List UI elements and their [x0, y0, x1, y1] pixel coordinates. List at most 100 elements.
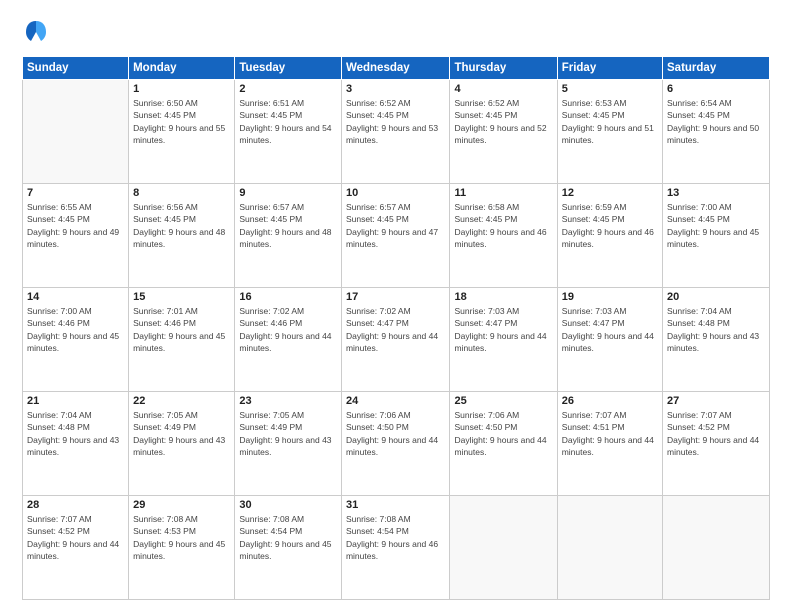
col-header-monday: Monday: [129, 57, 235, 80]
week-row-3: 21 Sunrise: 7:04 AMSunset: 4:48 PMDaylig…: [23, 392, 770, 496]
day-info: Sunrise: 7:08 AMSunset: 4:54 PMDaylight:…: [346, 514, 438, 561]
day-number: 9: [239, 187, 337, 199]
day-info: Sunrise: 6:56 AMSunset: 4:45 PMDaylight:…: [133, 202, 225, 249]
day-number: 10: [346, 187, 446, 199]
day-cell: 27 Sunrise: 7:07 AMSunset: 4:52 PMDaylig…: [663, 392, 770, 496]
day-info: Sunrise: 7:08 AMSunset: 4:54 PMDaylight:…: [239, 514, 331, 561]
day-info: Sunrise: 7:08 AMSunset: 4:53 PMDaylight:…: [133, 514, 225, 561]
day-cell: 22 Sunrise: 7:05 AMSunset: 4:49 PMDaylig…: [129, 392, 235, 496]
day-number: 5: [562, 83, 658, 95]
day-cell: 21 Sunrise: 7:04 AMSunset: 4:48 PMDaylig…: [23, 392, 129, 496]
day-info: Sunrise: 7:00 AMSunset: 4:46 PMDaylight:…: [27, 306, 119, 353]
day-info: Sunrise: 6:55 AMSunset: 4:45 PMDaylight:…: [27, 202, 119, 249]
day-cell: [450, 496, 557, 600]
day-info: Sunrise: 6:52 AMSunset: 4:45 PMDaylight:…: [454, 98, 546, 145]
day-cell: 1 Sunrise: 6:50 AMSunset: 4:45 PMDayligh…: [129, 80, 235, 184]
day-cell: 4 Sunrise: 6:52 AMSunset: 4:45 PMDayligh…: [450, 80, 557, 184]
day-cell: [557, 496, 662, 600]
day-cell: 20 Sunrise: 7:04 AMSunset: 4:48 PMDaylig…: [663, 288, 770, 392]
day-info: Sunrise: 7:07 AMSunset: 4:51 PMDaylight:…: [562, 410, 654, 457]
day-cell: 12 Sunrise: 6:59 AMSunset: 4:45 PMDaylig…: [557, 184, 662, 288]
day-number: 24: [346, 395, 446, 407]
day-number: 17: [346, 291, 446, 303]
day-info: Sunrise: 7:07 AMSunset: 4:52 PMDaylight:…: [667, 410, 759, 457]
day-info: Sunrise: 7:06 AMSunset: 4:50 PMDaylight:…: [454, 410, 546, 457]
day-number: 27: [667, 395, 765, 407]
day-cell: 16 Sunrise: 7:02 AMSunset: 4:46 PMDaylig…: [235, 288, 342, 392]
calendar: SundayMondayTuesdayWednesdayThursdayFrid…: [22, 56, 770, 600]
day-cell: 29 Sunrise: 7:08 AMSunset: 4:53 PMDaylig…: [129, 496, 235, 600]
day-info: Sunrise: 6:50 AMSunset: 4:45 PMDaylight:…: [133, 98, 225, 145]
day-cell: 31 Sunrise: 7:08 AMSunset: 4:54 PMDaylig…: [341, 496, 450, 600]
day-cell: [663, 496, 770, 600]
day-number: 21: [27, 395, 124, 407]
week-row-0: 1 Sunrise: 6:50 AMSunset: 4:45 PMDayligh…: [23, 80, 770, 184]
week-row-2: 14 Sunrise: 7:00 AMSunset: 4:46 PMDaylig…: [23, 288, 770, 392]
day-number: 8: [133, 187, 230, 199]
day-number: 28: [27, 499, 124, 511]
day-info: Sunrise: 6:52 AMSunset: 4:45 PMDaylight:…: [346, 98, 438, 145]
day-cell: 19 Sunrise: 7:03 AMSunset: 4:47 PMDaylig…: [557, 288, 662, 392]
day-cell: 24 Sunrise: 7:06 AMSunset: 4:50 PMDaylig…: [341, 392, 450, 496]
col-header-wednesday: Wednesday: [341, 57, 450, 80]
day-number: 11: [454, 187, 552, 199]
day-cell: 26 Sunrise: 7:07 AMSunset: 4:51 PMDaylig…: [557, 392, 662, 496]
day-info: Sunrise: 7:04 AMSunset: 4:48 PMDaylight:…: [27, 410, 119, 457]
day-number: 20: [667, 291, 765, 303]
day-info: Sunrise: 7:05 AMSunset: 4:49 PMDaylight:…: [239, 410, 331, 457]
page: SundayMondayTuesdayWednesdayThursdayFrid…: [0, 0, 792, 612]
day-info: Sunrise: 6:54 AMSunset: 4:45 PMDaylight:…: [667, 98, 759, 145]
col-header-friday: Friday: [557, 57, 662, 80]
day-info: Sunrise: 6:59 AMSunset: 4:45 PMDaylight:…: [562, 202, 654, 249]
day-info: Sunrise: 7:06 AMSunset: 4:50 PMDaylight:…: [346, 410, 438, 457]
day-number: 2: [239, 83, 337, 95]
day-number: 29: [133, 499, 230, 511]
day-info: Sunrise: 6:53 AMSunset: 4:45 PMDaylight:…: [562, 98, 654, 145]
day-number: 31: [346, 499, 446, 511]
day-cell: 10 Sunrise: 6:57 AMSunset: 4:45 PMDaylig…: [341, 184, 450, 288]
day-number: 3: [346, 83, 446, 95]
day-info: Sunrise: 7:03 AMSunset: 4:47 PMDaylight:…: [454, 306, 546, 353]
day-info: Sunrise: 6:57 AMSunset: 4:45 PMDaylight:…: [239, 202, 331, 249]
day-cell: 14 Sunrise: 7:00 AMSunset: 4:46 PMDaylig…: [23, 288, 129, 392]
day-cell: 11 Sunrise: 6:58 AMSunset: 4:45 PMDaylig…: [450, 184, 557, 288]
day-cell: 15 Sunrise: 7:01 AMSunset: 4:46 PMDaylig…: [129, 288, 235, 392]
day-number: 25: [454, 395, 552, 407]
day-cell: 17 Sunrise: 7:02 AMSunset: 4:47 PMDaylig…: [341, 288, 450, 392]
col-header-sunday: Sunday: [23, 57, 129, 80]
col-header-saturday: Saturday: [663, 57, 770, 80]
week-row-4: 28 Sunrise: 7:07 AMSunset: 4:52 PMDaylig…: [23, 496, 770, 600]
col-header-thursday: Thursday: [450, 57, 557, 80]
day-cell: 6 Sunrise: 6:54 AMSunset: 4:45 PMDayligh…: [663, 80, 770, 184]
day-number: 26: [562, 395, 658, 407]
day-cell: 23 Sunrise: 7:05 AMSunset: 4:49 PMDaylig…: [235, 392, 342, 496]
day-cell: 7 Sunrise: 6:55 AMSunset: 4:45 PMDayligh…: [23, 184, 129, 288]
day-number: 12: [562, 187, 658, 199]
day-cell: [23, 80, 129, 184]
day-info: Sunrise: 7:03 AMSunset: 4:47 PMDaylight:…: [562, 306, 654, 353]
day-number: 19: [562, 291, 658, 303]
day-number: 18: [454, 291, 552, 303]
day-number: 4: [454, 83, 552, 95]
day-info: Sunrise: 7:07 AMSunset: 4:52 PMDaylight:…: [27, 514, 119, 561]
day-number: 22: [133, 395, 230, 407]
day-cell: 18 Sunrise: 7:03 AMSunset: 4:47 PMDaylig…: [450, 288, 557, 392]
col-header-tuesday: Tuesday: [235, 57, 342, 80]
day-cell: 2 Sunrise: 6:51 AMSunset: 4:45 PMDayligh…: [235, 80, 342, 184]
day-cell: 13 Sunrise: 7:00 AMSunset: 4:45 PMDaylig…: [663, 184, 770, 288]
day-cell: 3 Sunrise: 6:52 AMSunset: 4:45 PMDayligh…: [341, 80, 450, 184]
day-info: Sunrise: 6:57 AMSunset: 4:45 PMDaylight:…: [346, 202, 438, 249]
day-number: 23: [239, 395, 337, 407]
day-cell: 8 Sunrise: 6:56 AMSunset: 4:45 PMDayligh…: [129, 184, 235, 288]
calendar-header-row: SundayMondayTuesdayWednesdayThursdayFrid…: [23, 57, 770, 80]
day-info: Sunrise: 7:05 AMSunset: 4:49 PMDaylight:…: [133, 410, 225, 457]
day-number: 14: [27, 291, 124, 303]
day-info: Sunrise: 6:58 AMSunset: 4:45 PMDaylight:…: [454, 202, 546, 249]
day-number: 30: [239, 499, 337, 511]
day-number: 13: [667, 187, 765, 199]
day-cell: 25 Sunrise: 7:06 AMSunset: 4:50 PMDaylig…: [450, 392, 557, 496]
day-number: 15: [133, 291, 230, 303]
week-row-1: 7 Sunrise: 6:55 AMSunset: 4:45 PMDayligh…: [23, 184, 770, 288]
day-info: Sunrise: 7:02 AMSunset: 4:47 PMDaylight:…: [346, 306, 438, 353]
day-info: Sunrise: 7:01 AMSunset: 4:46 PMDaylight:…: [133, 306, 225, 353]
